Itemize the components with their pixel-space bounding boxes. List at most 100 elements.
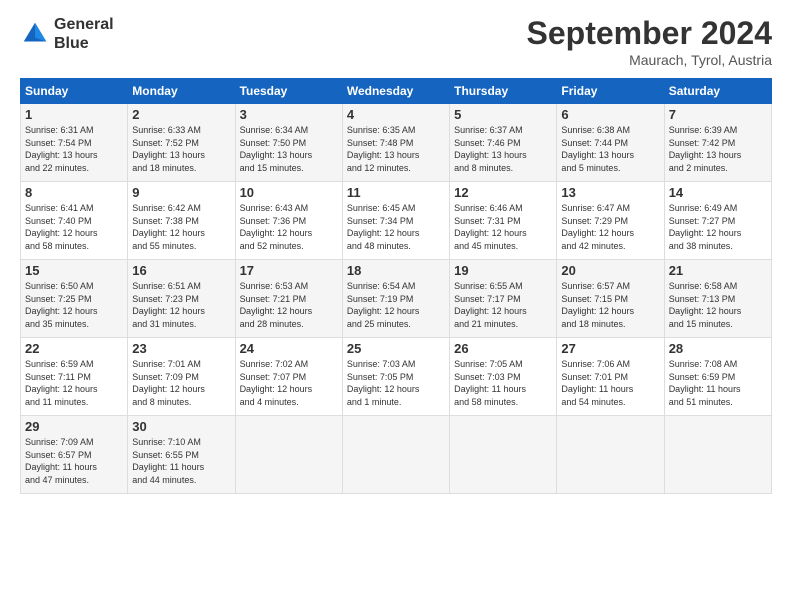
weekday-sunday: Sunday [21,79,128,104]
day-info: Sunrise: 6:37 AM Sunset: 7:46 PM Dayligh… [454,124,552,174]
calendar-cell: 6 Sunrise: 6:38 AM Sunset: 7:44 PM Daylig… [557,104,664,182]
day-info: Sunrise: 6:38 AM Sunset: 7:44 PM Dayligh… [561,124,659,174]
day-number: 16 [132,263,230,278]
week-row-3: 22 Sunrise: 6:59 AM Sunset: 7:11 PM Dayli… [21,338,772,416]
calendar-cell: 9 Sunrise: 6:42 AM Sunset: 7:38 PM Daylig… [128,182,235,260]
day-info: Sunrise: 6:46 AM Sunset: 7:31 PM Dayligh… [454,202,552,252]
calendar: SundayMondayTuesdayWednesdayThursdayFrid… [20,78,772,494]
day-info: Sunrise: 7:01 AM Sunset: 7:09 PM Dayligh… [132,358,230,408]
day-number: 19 [454,263,552,278]
day-number: 26 [454,341,552,356]
day-info: Sunrise: 6:58 AM Sunset: 7:13 PM Dayligh… [669,280,767,330]
day-number: 14 [669,185,767,200]
calendar-cell [450,416,557,494]
weekday-saturday: Saturday [664,79,771,104]
day-number: 1 [25,107,123,122]
day-number: 12 [454,185,552,200]
day-number: 18 [347,263,445,278]
logo-icon [20,19,50,49]
calendar-cell: 7 Sunrise: 6:39 AM Sunset: 7:42 PM Daylig… [664,104,771,182]
day-info: Sunrise: 6:35 AM Sunset: 7:48 PM Dayligh… [347,124,445,174]
day-info: Sunrise: 7:05 AM Sunset: 7:03 PM Dayligh… [454,358,552,408]
header: General Blue September 2024 Maurach, Tyr… [20,15,772,68]
calendar-cell: 11Sunrise: 6:45 AM Sunset: 7:34 PM Dayli… [342,182,449,260]
day-info: Sunrise: 6:55 AM Sunset: 7:17 PM Dayligh… [454,280,552,330]
logo: General Blue [20,15,114,53]
day-number: 4 [347,107,445,122]
weekday-thursday: Thursday [450,79,557,104]
logo-text: General Blue [54,15,114,53]
day-info: Sunrise: 7:10 AM Sunset: 6:55 PM Dayligh… [132,436,230,486]
weekday-tuesday: Tuesday [235,79,342,104]
calendar-cell [664,416,771,494]
day-info: Sunrise: 6:57 AM Sunset: 7:15 PM Dayligh… [561,280,659,330]
day-info: Sunrise: 6:31 AM Sunset: 7:54 PM Dayligh… [25,124,123,174]
weekday-monday: Monday [128,79,235,104]
calendar-cell: 1 Sunrise: 6:31 AM Sunset: 7:54 PM Daylig… [21,104,128,182]
calendar-body: 1 Sunrise: 6:31 AM Sunset: 7:54 PM Daylig… [21,104,772,494]
day-number: 24 [240,341,338,356]
calendar-cell: 18 Sunrise: 6:54 AM Sunset: 7:19 PM Dayli… [342,260,449,338]
calendar-cell: 4 Sunrise: 6:35 AM Sunset: 7:48 PM Daylig… [342,104,449,182]
day-info: Sunrise: 6:33 AM Sunset: 7:52 PM Dayligh… [132,124,230,174]
day-number: 21 [669,263,767,278]
day-info: Sunrise: 7:02 AM Sunset: 7:07 PM Dayligh… [240,358,338,408]
day-number: 20 [561,263,659,278]
calendar-cell: 23 Sunrise: 7:01 AM Sunset: 7:09 PM Dayli… [128,338,235,416]
logo-line2: Blue [54,34,114,53]
calendar-cell: 10 Sunrise: 6:43 AM Sunset: 7:36 PM Dayli… [235,182,342,260]
calendar-cell: 28 Sunrise: 7:08 AM Sunset: 6:59 PM Dayli… [664,338,771,416]
day-number: 2 [132,107,230,122]
day-number: 3 [240,107,338,122]
calendar-cell: 15 Sunrise: 6:50 AM Sunset: 7:25 PM Dayli… [21,260,128,338]
day-info: Sunrise: 6:39 AM Sunset: 7:42 PM Dayligh… [669,124,767,174]
calendar-cell: 25Sunrise: 7:03 AM Sunset: 7:05 PM Dayli… [342,338,449,416]
week-row-2: 15 Sunrise: 6:50 AM Sunset: 7:25 PM Dayli… [21,260,772,338]
calendar-cell: 29 Sunrise: 7:09 AM Sunset: 6:57 PM Dayli… [21,416,128,494]
day-number: 29 [25,419,123,434]
calendar-cell [557,416,664,494]
day-number: 10 [240,185,338,200]
day-number: 30 [132,419,230,434]
day-info: Sunrise: 6:51 AM Sunset: 7:23 PM Dayligh… [132,280,230,330]
calendar-cell: 14Sunrise: 6:49 AM Sunset: 7:27 PM Dayli… [664,182,771,260]
calendar-cell: 3 Sunrise: 6:34 AM Sunset: 7:50 PM Daylig… [235,104,342,182]
calendar-cell: 22 Sunrise: 6:59 AM Sunset: 7:11 PM Dayli… [21,338,128,416]
day-number: 15 [25,263,123,278]
day-info: Sunrise: 7:08 AM Sunset: 6:59 PM Dayligh… [669,358,767,408]
weekday-header: SundayMondayTuesdayWednesdayThursdayFrid… [21,79,772,104]
calendar-cell: 27 Sunrise: 7:06 AM Sunset: 7:01 PM Dayli… [557,338,664,416]
weekday-friday: Friday [557,79,664,104]
day-info: Sunrise: 6:34 AM Sunset: 7:50 PM Dayligh… [240,124,338,174]
calendar-cell: 20 Sunrise: 6:57 AM Sunset: 7:15 PM Dayli… [557,260,664,338]
day-number: 27 [561,341,659,356]
calendar-cell: 13Sunrise: 6:47 AM Sunset: 7:29 PM Dayli… [557,182,664,260]
day-info: Sunrise: 6:54 AM Sunset: 7:19 PM Dayligh… [347,280,445,330]
day-number: 23 [132,341,230,356]
day-info: Sunrise: 6:42 AM Sunset: 7:38 PM Dayligh… [132,202,230,252]
calendar-cell [342,416,449,494]
calendar-cell: 19 Sunrise: 6:55 AM Sunset: 7:17 PM Dayli… [450,260,557,338]
day-info: Sunrise: 6:43 AM Sunset: 7:36 PM Dayligh… [240,202,338,252]
day-number: 7 [669,107,767,122]
day-info: Sunrise: 6:59 AM Sunset: 7:11 PM Dayligh… [25,358,123,408]
calendar-cell: 12 Sunrise: 6:46 AM Sunset: 7:31 PM Dayli… [450,182,557,260]
day-number: 8 [25,185,123,200]
day-info: Sunrise: 7:06 AM Sunset: 7:01 PM Dayligh… [561,358,659,408]
calendar-cell: 26 Sunrise: 7:05 AM Sunset: 7:03 PM Dayli… [450,338,557,416]
day-info: Sunrise: 6:45 AM Sunset: 7:34 PM Dayligh… [347,202,445,252]
day-number: 22 [25,341,123,356]
day-info: Sunrise: 6:50 AM Sunset: 7:25 PM Dayligh… [25,280,123,330]
day-info: Sunrise: 7:09 AM Sunset: 6:57 PM Dayligh… [25,436,123,486]
day-number: 28 [669,341,767,356]
calendar-cell: 17Sunrise: 6:53 AM Sunset: 7:21 PM Dayli… [235,260,342,338]
page: General Blue September 2024 Maurach, Tyr… [0,0,792,612]
calendar-cell [235,416,342,494]
day-number: 5 [454,107,552,122]
calendar-cell: 30 Sunrise: 7:10 AM Sunset: 6:55 PM Dayli… [128,416,235,494]
calendar-cell: 16 Sunrise: 6:51 AM Sunset: 7:23 PM Dayli… [128,260,235,338]
day-info: Sunrise: 6:47 AM Sunset: 7:29 PM Dayligh… [561,202,659,252]
week-row-1: 8Sunrise: 6:41 AM Sunset: 7:40 PM Daylig… [21,182,772,260]
day-number: 6 [561,107,659,122]
day-number: 9 [132,185,230,200]
